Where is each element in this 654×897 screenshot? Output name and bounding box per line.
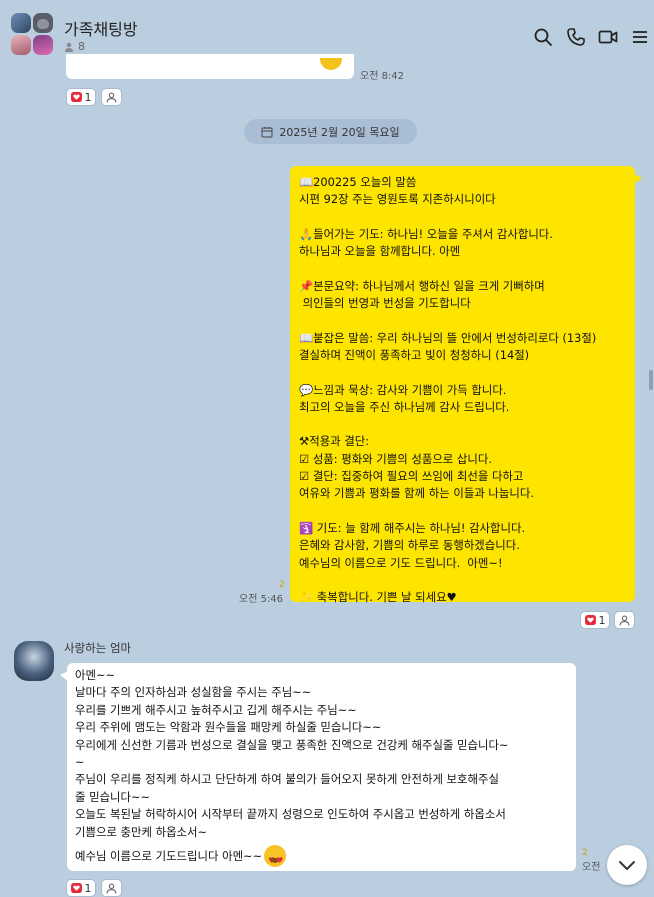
unread-count: 2 [582,848,588,858]
add-reaction-button[interactable] [101,879,122,897]
message-line: 주님이 우리를 정직케 하시고 단단하게 하여 불의가 들어오지 못하게 안전하… [75,772,499,787]
sender-avatar[interactable] [14,641,54,681]
message-line: 오늘도 복된날 허락하시어 시작부터 끝까지 성령으로 인도하여 주시옵고 번성… [75,807,506,822]
member-avatar [33,13,53,33]
message-line: 📖200225 오늘의 말씀 [299,175,417,189]
menu-icon[interactable] [630,27,650,47]
message-line: 예수님 이름으로 기도드립니다 아멘~~ [75,843,566,874]
reaction-chip[interactable]: 1 [580,611,610,629]
message-line [299,364,627,381]
search-icon[interactable] [533,27,553,47]
message-line: 📖붙잡은 말씀: 우리 하나님의 뜰 안에서 번성하리로다 (13절) [299,330,597,345]
person-icon [65,42,73,52]
message-last-line: 예수님 이름으로 기도드립니다 아멘~~ [75,848,263,863]
member-count-value: 8 [78,40,85,53]
member-avatar [33,35,53,55]
member-avatar [11,35,31,55]
date-divider: 2025년 2월 20일 목요일 [244,119,417,144]
person-icon [619,615,630,625]
scrollbar-thumb[interactable] [649,370,653,390]
message-line: 은혜와 감사함, 기쁨의 하루로 동행하겠습니다. [299,538,520,553]
heart-icon [70,92,82,102]
heart-icon [70,883,82,893]
previous-message-bubble[interactable] [66,54,354,79]
message-line: 시편 92장 주는 영원토록 지존하시니이다 [299,192,496,207]
message-line: 우리에게 신선한 기름과 번성으로 결실을 맺고 풍족한 진액으로 건강케 해주… [75,737,509,752]
message-line: ~ [75,754,85,769]
message-line [299,572,627,589]
heart-icon [584,615,596,625]
message-time: 오전 8:42 [360,71,405,82]
group-avatar[interactable] [11,13,53,55]
message-line [299,312,627,329]
message-line [299,260,627,277]
person-icon [106,883,117,893]
message-line: 예수님의 이름으로 기도 드립니다. 아멘~! [299,555,503,570]
phone-icon[interactable] [566,27,586,47]
date-text: 2025년 2월 20일 목요일 [279,125,400,139]
video-icon[interactable] [598,27,618,47]
message-time: 오전 5:46 [239,594,284,605]
reaction-count: 1 [598,613,606,627]
person-icon [106,92,117,102]
chevron-down-icon [619,861,635,870]
reaction-chip[interactable]: 1 [66,88,96,106]
message-line: 아멘~~ [75,668,116,682]
message-line: 최고의 오늘을 주신 하나님께 감사 드립니다. [299,399,510,414]
chat-title[interactable]: 가족채팅방 [64,16,138,40]
message-line: 여유와 기쁨과 평화를 함께 하는 이들과 나눕니다. [299,486,534,501]
unread-count: 2 [279,580,285,590]
message-line: ☑ 결단: 집중하여 필요의 쓰임에 최선을 다하고 [299,469,524,484]
sender-name: 사랑하는 엄마 [64,641,132,655]
message-line: 결실하며 진액이 풍족하고 빛이 청청하니 (14절) [299,347,530,362]
message-line [299,209,627,226]
calendar-icon [261,126,273,137]
member-count[interactable]: 8 [64,40,85,53]
message-time: 오전 [582,862,601,873]
my-message-bubble[interactable]: 📖200225 오늘의 말씀 시편 92장 주는 영원토록 지존하시니이다 🙏들… [290,166,642,604]
message-line: ⚒적용과 결단: [299,434,370,449]
message-line: 날마다 주의 인자하심과 성실함을 주시는 주님~~ [75,685,312,700]
add-reaction-button[interactable] [614,611,635,629]
reaction-count: 1 [84,90,92,104]
message-line: ☑ 성품: 평화와 기쁨의 성품으로 삽니다. [299,451,492,466]
message-line: 의인들의 번영과 번성을 기도합니다 [299,296,471,311]
message-line: 줄 믿습니다~~ [75,789,151,804]
message-line: 📌본문요약: 하나님께서 행하신 일을 크게 기뻐하며 [299,278,545,293]
message-line: ✨ 축복합니다. 기쁜 날 되세요♥ [299,590,457,605]
reply-message-bubble[interactable]: 아멘~~ 날마다 주의 인자하심과 성실함을 주시는 주님~~ 우리를 기쁘게 … [60,663,576,874]
reaction-chip[interactable]: 1 [66,879,96,897]
heart-eyes-emoji-icon [264,844,287,874]
scroll-to-bottom-button[interactable] [607,845,647,885]
message-line: 💬느낌과 묵상: 감사와 기쁨이 가득 합니다. [299,382,507,397]
message-line: 우리를 기쁘게 해주시고 높혀주시고 깁게 해주시는 주님~~ [75,702,357,717]
message-line: 하나님과 오늘을 함께합니다. 아멘 [299,244,461,259]
add-reaction-button[interactable] [101,88,122,106]
message-line [299,503,627,520]
message-line: 기쁨으로 충만케 하옵소서~ [75,824,208,839]
member-avatar [11,13,31,33]
message-line: 우리 주위에 맴도는 악함과 원수들을 패망케 하실줄 믿습니다~~ [75,720,382,735]
message-line [299,416,627,433]
message-line: 🙏들어가는 기도: 하나님! 오늘을 주셔서 감사합니다. [299,226,553,241]
chat-header: 가족채팅방 8 [0,0,654,60]
message-line: 🛐 기도: 늘 함께 해주시는 하나님! 감사합니다. [299,520,526,535]
